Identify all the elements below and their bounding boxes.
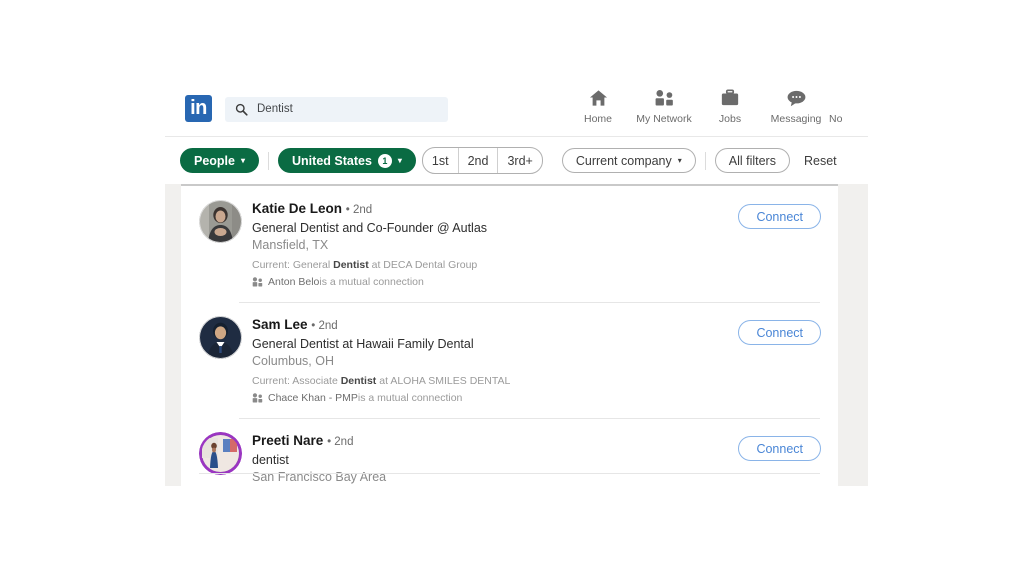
- result-name-line: Katie De Leon • 2nd: [252, 200, 738, 219]
- current-prefix: Current: Associate: [252, 375, 341, 387]
- nav-item-notifications-label: No: [829, 113, 843, 125]
- nav-item-messaging-label: Messaging: [770, 113, 822, 125]
- result-name-line: Sam Lee • 2nd: [252, 316, 738, 335]
- mutual-name[interactable]: Anton Belo: [268, 274, 319, 290]
- result-text-column: Katie De Leon • 2nd General Dentist and …: [252, 200, 738, 290]
- nav-item-notifications[interactable]: No: [829, 86, 855, 126]
- result-text-column: Sam Lee • 2nd General Dentist at Hawaii …: [252, 316, 738, 406]
- mutual-name[interactable]: Chace Khan - PMP: [268, 390, 358, 406]
- search-result-item[interactable]: Sam Lee • 2nd General Dentist at Hawaii …: [181, 302, 838, 418]
- nav-item-jobs[interactable]: Jobs: [697, 86, 763, 126]
- home-icon: [565, 86, 631, 110]
- screenshot-root: in Dentist Home My Network Jobs Messagin…: [0, 0, 1024, 576]
- result-degree: • 2nd: [327, 436, 354, 448]
- nav-item-home-label: Home: [583, 113, 612, 125]
- nav-item-messaging[interactable]: Messaging: [763, 86, 829, 126]
- filter-people-label: People: [194, 153, 235, 168]
- result-current-position: Current: General Dentist at DECA Dental …: [252, 257, 738, 273]
- result-action-wrap: Connect: [738, 316, 838, 406]
- current-prefix: Current: General: [252, 259, 334, 271]
- result-headline: General Dentist at Hawaii Family Dental: [252, 337, 474, 351]
- result-action-wrap: Connect: [738, 200, 838, 290]
- filter-people[interactable]: People ▾: [180, 148, 260, 173]
- result-mutual-connection: Anton Belo is a mutual connection: [252, 274, 738, 290]
- briefcase-icon: [697, 86, 763, 110]
- filter-location[interactable]: United States 1 ▾: [278, 148, 416, 173]
- result-name-line: Preeti Nare • 2nd: [252, 432, 738, 451]
- mutual-suffix: is a mutual connection: [357, 392, 463, 404]
- result-headline: General Dentist and Co-Founder @ Autlas: [252, 221, 488, 235]
- filter-location-label: United States: [292, 153, 372, 168]
- reset-filters-button[interactable]: Reset: [804, 154, 837, 168]
- nav-item-my-network-label: My Network: [636, 113, 692, 125]
- nav-item-home[interactable]: Home: [565, 86, 631, 126]
- nav-item-my-network[interactable]: My Network: [631, 86, 697, 126]
- mutual-people-icon: [252, 393, 263, 403]
- current-suffix: at ALOHA SMILES DENTAL: [376, 375, 511, 387]
- result-name[interactable]: Sam Lee: [252, 317, 308, 332]
- search-results-area: Katie De Leon • 2nd General Dentist and …: [165, 184, 868, 486]
- result-name[interactable]: Katie De Leon: [252, 201, 342, 216]
- search-result-item[interactable]: Preeti Nare • 2nd dentist San Francisco …: [181, 418, 838, 486]
- connect-button[interactable]: Connect: [738, 320, 821, 345]
- search-input-value: Dentist: [257, 103, 293, 115]
- result-location: Columbus, OH: [252, 354, 334, 368]
- result-current-position: Current: Associate Dentist at ALOHA SMIL…: [252, 373, 738, 389]
- result-degree: • 2nd: [345, 204, 373, 216]
- mutual-people-icon: [252, 277, 263, 287]
- mutual-suffix: is a mutual connection: [319, 276, 424, 288]
- result-action-wrap: Connect: [738, 432, 838, 486]
- filter-location-count: 1: [377, 153, 392, 168]
- avatar[interactable]: [199, 432, 242, 475]
- result-headline: dentist: [252, 453, 289, 467]
- current-match: Dentist: [333, 259, 369, 271]
- avatar[interactable]: [199, 200, 242, 243]
- connect-button[interactable]: Connect: [738, 204, 821, 229]
- message-bubble-icon: [763, 86, 829, 110]
- degree-option-3rd[interactable]: 3rd+: [498, 148, 541, 173]
- browser-viewport: in Dentist Home My Network Jobs Messagin…: [165, 78, 868, 486]
- global-nav: in Dentist Home My Network Jobs Messagin…: [165, 78, 868, 137]
- filter-current-company-label: Current company: [575, 153, 672, 168]
- result-degree: • 2nd: [311, 320, 338, 332]
- nav-items: Home My Network Jobs Messaging No: [565, 86, 855, 126]
- chevron-down-icon: ▾: [397, 155, 402, 165]
- right-gutter: [838, 184, 868, 486]
- bottom-divider: [199, 473, 820, 474]
- filter-divider: [268, 151, 270, 170]
- filter-current-company[interactable]: Current company ▾: [561, 148, 696, 173]
- filter-connection-degree[interactable]: 1st 2nd 3rd+: [421, 147, 543, 174]
- connect-button[interactable]: Connect: [738, 436, 821, 461]
- result-location: Mansfield, TX: [252, 238, 329, 252]
- linkedin-logo[interactable]: in: [185, 95, 212, 122]
- nav-item-jobs-label: Jobs: [718, 113, 742, 125]
- all-filters-button[interactable]: All filters: [714, 148, 790, 173]
- result-name[interactable]: Preeti Nare: [252, 433, 323, 448]
- filter-divider-2: [704, 151, 706, 170]
- search-results-card: Katie De Leon • 2nd General Dentist and …: [181, 184, 838, 486]
- bell-icon: [829, 86, 855, 110]
- current-match: Dentist: [340, 375, 377, 387]
- chevron-down-icon: ▾: [677, 155, 682, 165]
- result-text-column: Preeti Nare • 2nd dentist San Francisco …: [252, 432, 738, 486]
- result-divider: [239, 418, 820, 419]
- result-divider: [239, 302, 820, 303]
- degree-option-2nd[interactable]: 2nd: [459, 148, 499, 173]
- current-suffix: at DECA Dental Group: [368, 259, 478, 271]
- chevron-down-icon: ▾: [241, 155, 246, 165]
- people-icon: [631, 86, 697, 110]
- left-gutter: [165, 184, 173, 486]
- search-icon: [235, 103, 248, 116]
- avatar[interactable]: [199, 316, 242, 359]
- search-input[interactable]: Dentist: [225, 97, 448, 122]
- degree-option-1st[interactable]: 1st: [423, 148, 459, 173]
- result-location: San Francisco Bay Area: [252, 470, 387, 484]
- search-result-item[interactable]: Katie De Leon • 2nd General Dentist and …: [181, 186, 838, 302]
- result-mutual-connection: Chace Khan - PMP is a mutual connection: [252, 390, 738, 406]
- filter-bar: People ▾ United States 1 ▾ 1st 2nd 3rd+ …: [165, 137, 868, 184]
